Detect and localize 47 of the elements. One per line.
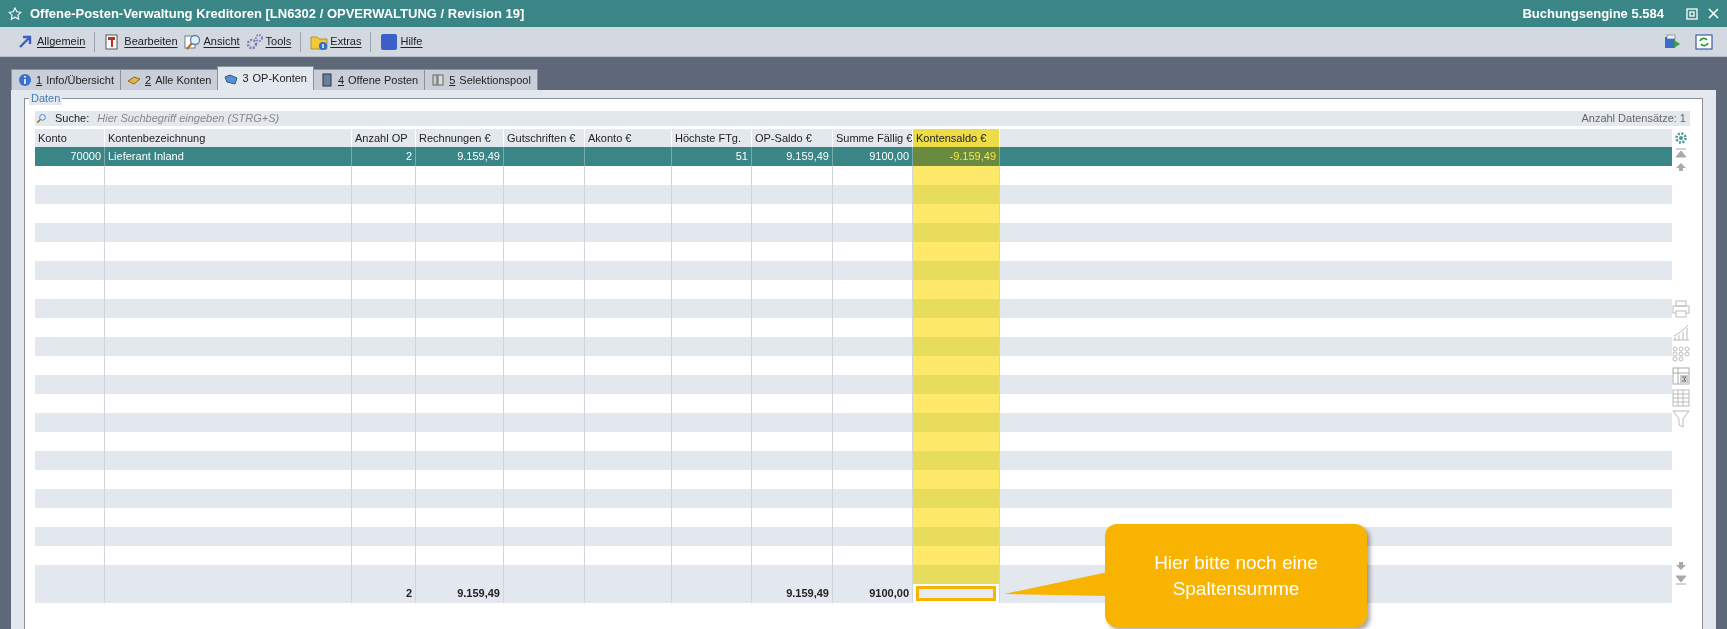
menu-item[interactable]: Hilfe xyxy=(377,29,426,54)
search-label: Suche: xyxy=(55,111,98,126)
window-title: Offene-Posten-Verwaltung Kreditoren [LN6302 / OPVERWALTUNG / Revision 19] xyxy=(30,4,525,23)
scroll-down-icon[interactable] xyxy=(1675,561,1687,571)
tab-icon xyxy=(319,73,334,87)
book-play-icon[interactable] xyxy=(1663,33,1681,50)
scroll-top-icon[interactable] xyxy=(1675,148,1687,158)
scroll-up-icon[interactable] xyxy=(1675,162,1687,172)
tab-icon xyxy=(127,73,141,87)
close-icon[interactable] xyxy=(1708,8,1719,19)
table-grid-icon[interactable] xyxy=(1672,389,1690,407)
magnifier-icon xyxy=(183,32,202,51)
tab-icon xyxy=(224,71,239,86)
app-version: Buchungsengine 5.584 xyxy=(1522,4,1664,23)
chart-icon[interactable] xyxy=(1672,323,1690,341)
menu-item[interactable]: Ansicht xyxy=(180,29,243,54)
search-icon xyxy=(35,111,55,126)
tab[interactable]: 4 Offene Posten xyxy=(312,69,426,90)
star-icon[interactable] xyxy=(8,6,22,21)
tab-icon xyxy=(18,73,32,87)
tab[interactable]: 3 OP-Konten xyxy=(217,66,314,90)
total-cell: 9.159,49 xyxy=(416,584,504,603)
menu-item[interactable]: Allgemein xyxy=(14,29,89,54)
group-label: Daten xyxy=(29,91,63,105)
refresh-icon[interactable] xyxy=(1695,33,1713,50)
filter-icon[interactable] xyxy=(1672,410,1690,428)
restore-icon[interactable] xyxy=(1686,7,1698,20)
tab[interactable]: 5 Selektionspool xyxy=(424,69,538,90)
settings-icon[interactable] xyxy=(1674,131,1688,145)
menu-item[interactable]: Extras xyxy=(307,29,365,54)
menu-item[interactable]: Tools xyxy=(242,29,295,54)
callout-bubble: Hier bitte noch eine Spaltensumme xyxy=(1105,524,1367,627)
column-header[interactable]: Kontensaldo € xyxy=(913,129,1000,147)
search-field[interactable]: Hier Suchbegriff eingeben (STRG+S) xyxy=(97,111,1582,126)
scroll-bottom-icon[interactable] xyxy=(1675,575,1687,585)
total-cell: 2 xyxy=(352,584,416,603)
tab[interactable]: 2 Alle Konten xyxy=(120,69,219,90)
table-cell: -9.159,49 xyxy=(913,147,1000,166)
menu-item[interactable]: Bearbeiten xyxy=(101,29,181,54)
tab[interactable]: 1 Info/Übersicht xyxy=(11,69,121,90)
gears-icon xyxy=(245,32,264,51)
total-cell: 9.159,49 xyxy=(752,584,833,603)
record-count: Anzahl Datensätze: 1 xyxy=(1581,111,1690,126)
dots-grid-icon[interactable] xyxy=(1672,346,1690,362)
table-sum-icon[interactable] xyxy=(1672,367,1690,385)
tab-icon xyxy=(431,73,446,87)
printer-icon[interactable] xyxy=(1672,300,1690,318)
